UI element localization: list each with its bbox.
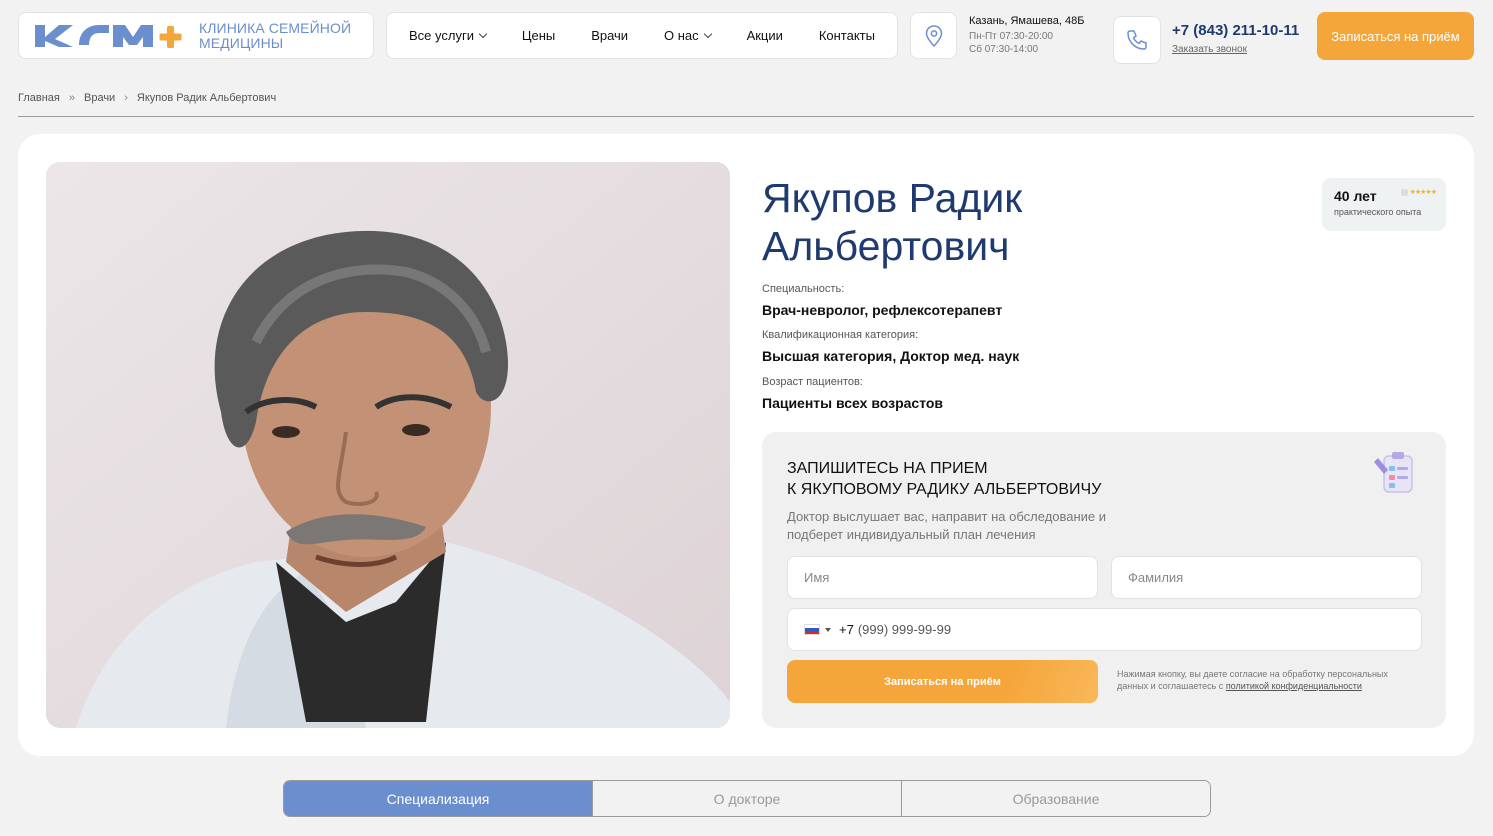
breadcrumb: Главная » Врачи › Якупов Радик Альбертов… [18, 92, 276, 104]
category-value: Высшая категория, Доктор мед. наук [762, 348, 1020, 364]
address: Казань, Ямашева, 48Б [969, 15, 1085, 27]
chevron-right-icon: › [124, 92, 128, 104]
phone-block: +7 (843) 211-10-11 Заказать звонок [1172, 22, 1299, 57]
logo-text-line1: Клиника семейной [199, 19, 352, 36]
nav-item-contacts[interactable]: Контакты [819, 28, 875, 43]
experience-label: практического опыта [1334, 207, 1422, 217]
nav-item-promotions[interactable]: Акции [747, 28, 783, 43]
site-header: Клиника семейной медицины Все услуги Цен… [18, 12, 1474, 64]
age-value: Пациенты всех возрастов [762, 395, 944, 411]
first-name-field[interactable]: Имя [787, 556, 1098, 599]
nav-label: Все услуги [409, 28, 474, 43]
specialty-label: Специальность: [762, 283, 845, 295]
nav-label: Цены [521, 28, 556, 43]
hours-saturday: Сб 07:30-14:00 [969, 44, 1039, 55]
callback-link[interactable]: Заказать звонок [1172, 44, 1247, 55]
phone-number[interactable]: +7 (843) 211-10-11 [1172, 22, 1299, 39]
location-button[interactable] [910, 12, 957, 59]
breadcrumb-doctors[interactable]: Врачи [84, 92, 115, 104]
clinic-logo[interactable]: Клиника семейной медицины [18, 12, 374, 59]
stars-icon: ★★★★★ [1409, 189, 1437, 196]
last-name-field[interactable]: Фамилия [1111, 556, 1422, 599]
doctor-card: Якупов Радик Альбертович ★★★★★ 40 лет пр… [18, 134, 1474, 756]
review-site-icon [1400, 188, 1408, 196]
breadcrumb-current: Якупов Радик Альбертович [136, 92, 277, 104]
nav-item-prices[interactable]: Цены [522, 28, 555, 43]
appointment-form: Запишитесь на прием к Якуповому Радику А… [762, 432, 1446, 728]
phone-placeholder: (999) 999-99-99 [857, 622, 952, 637]
specialty-value: Врач-невролог, рефлексотерапевт [762, 302, 1003, 318]
tab-specialization[interactable]: Специализация [284, 781, 592, 816]
phone-field[interactable]: +7 (999) 999-99-99 [787, 608, 1422, 651]
nav-item-doctors[interactable]: Врачи [591, 28, 628, 43]
logo-mark-icon [33, 21, 193, 51]
tab-education[interactable]: Образование [901, 781, 1210, 816]
logo-text-line2: медицины [199, 34, 284, 51]
nav-item-services[interactable]: Все услуги [409, 28, 488, 43]
nav-label: Врачи [591, 28, 629, 43]
submit-appointment-button[interactable]: Записаться на приём [787, 660, 1098, 703]
location-pin-icon [925, 24, 942, 47]
tab-about-doctor[interactable]: О докторе [592, 781, 901, 816]
last-name-placeholder: Фамилия [1128, 570, 1184, 585]
first-name-placeholder: Имя [804, 570, 830, 585]
form-title-line2: к Якуповому Радику Альбертовичу [787, 481, 1102, 498]
experience-badge: ★★★★★ 40 лет практического опыта [1322, 178, 1446, 231]
double-chevron-right-icon: » [68, 92, 75, 104]
phone-country-code: +7 [839, 622, 854, 637]
rating-widget: ★★★★★ [1400, 188, 1437, 196]
nav-item-about[interactable]: О нас [664, 28, 712, 43]
header-book-button[interactable]: Записаться на приём [1317, 12, 1474, 60]
form-title-line1: Запишитесь на прием [787, 460, 988, 477]
nav-label: О нас [664, 28, 699, 43]
category-label: Квалификационная категория: [762, 329, 919, 341]
breadcrumb-divider [18, 116, 1474, 117]
address-block: Казань, Ямашева, 48Б Пн-Пт 07:30-20:00 С… [969, 15, 1084, 56]
doctor-tabs: Специализация О докторе Образование [283, 780, 1211, 817]
form-title: Запишитесь на прием к Якуповому Радику А… [787, 458, 1101, 500]
consent-text: Нажимая кнопку, вы даете согласие на обр… [1117, 668, 1417, 692]
doctor-name-line1: Якупов Радик [762, 175, 1023, 221]
logo-text: Клиника семейной медицины [199, 19, 352, 51]
clipboard-icon [1374, 452, 1413, 493]
main-nav: Все услуги Цены Врачи О нас Акции Контак… [386, 12, 898, 59]
doctor-name: Якупов Радик Альбертович [762, 174, 1022, 270]
nav-label: Контакты [818, 28, 875, 43]
doctor-name-line2: Альбертович [762, 223, 1010, 269]
nav-label: Акции [746, 28, 783, 43]
chevron-down-icon[interactable] [825, 627, 831, 632]
chevron-down-icon [703, 29, 712, 38]
phone-button[interactable] [1113, 16, 1161, 64]
privacy-policy-link[interactable]: политикой конфиденциальности [1226, 681, 1362, 691]
age-label: Возраст пациентов: [762, 376, 863, 388]
chevron-down-icon [478, 29, 488, 38]
phone-icon [1127, 30, 1147, 50]
doctor-photo [46, 162, 730, 728]
russia-flag-icon[interactable] [804, 624, 820, 635]
form-subtitle: Доктор выслушает вас, направит на обслед… [787, 509, 1107, 542]
breadcrumb-home[interactable]: Главная [18, 92, 60, 104]
hours-weekdays: Пн-Пт 07:30-20:00 [969, 31, 1053, 42]
